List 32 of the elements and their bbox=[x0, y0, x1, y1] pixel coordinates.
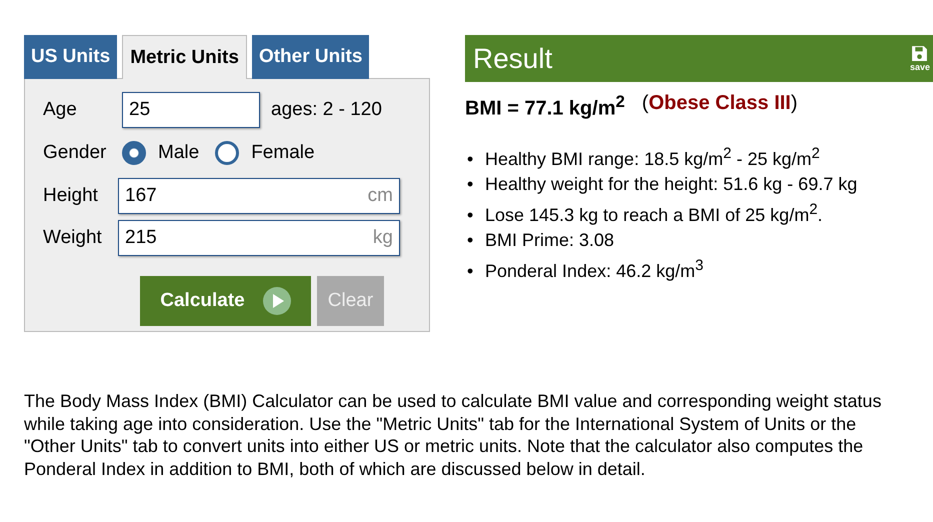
units-tab[interactable]: Metric Units bbox=[122, 35, 247, 79]
field-label: Height bbox=[43, 185, 99, 207]
play-icon bbox=[262, 287, 291, 315]
bullet: • bbox=[467, 228, 474, 252]
radio-label[interactable]: Male bbox=[158, 142, 200, 164]
units-tab[interactable]: Other Units bbox=[252, 35, 370, 79]
description-paragraph: The Body Mass Index (BMI) Calculator can be used to calculate BMI value and corresponding weight status while taking age into consideration. Use the "Metric Units" tab for the International System of Units or the "Other Units" tab to convert units into either US or metric units. Note that the calculator also computes the Ponderal Index in addition to BMI, both of which are discussed below in detail. bbox=[24, 390, 882, 480]
radio-button[interactable] bbox=[122, 141, 146, 165]
height-field[interactable]: 167 cm bbox=[118, 178, 400, 214]
radio-label[interactable]: Female bbox=[251, 142, 315, 164]
age-field[interactable]: 25 bbox=[122, 92, 260, 128]
age-hint: ages: 2 - 120 bbox=[271, 99, 382, 121]
bmi-category: (Obese Class III) bbox=[642, 92, 798, 116]
result-detail: Ponderal Index: 46.2 kg/m$^{3}$ bbox=[485, 260, 704, 281]
bullet: • bbox=[467, 260, 474, 283]
result-title: Result bbox=[473, 42, 552, 74]
bmi-value: BMI = 77.1 kg/m$^{2}$ bbox=[465, 92, 625, 121]
result-detail: Healthy weight for the height: 51.6 kg - 69.7 kg bbox=[485, 174, 858, 194]
bullet: • bbox=[467, 148, 474, 171]
bullet: • bbox=[467, 204, 474, 227]
units-tab[interactable]: US Units bbox=[24, 35, 118, 79]
result-detail: Lose 145.3 kg to reach a BMI of 25 kg/m$^{2}$. bbox=[485, 204, 823, 225]
radio-button[interactable] bbox=[215, 141, 240, 165]
result-detail: BMI Prime: 3.08 bbox=[485, 230, 614, 250]
field-label: Age bbox=[43, 99, 78, 121]
calculate-button[interactable]: Calculate bbox=[140, 276, 311, 326]
weight-field[interactable]: 215 kg bbox=[118, 220, 400, 256]
save-button[interactable]: save bbox=[910, 45, 930, 72]
bullet: • bbox=[467, 172, 474, 196]
field-label: Gender bbox=[43, 142, 108, 164]
result-detail: Healthy BMI range: 18.5 kg/m$^{2}$ - 25 kg/m$^{2}$ bbox=[485, 148, 820, 169]
field-label: Weight bbox=[43, 227, 103, 249]
